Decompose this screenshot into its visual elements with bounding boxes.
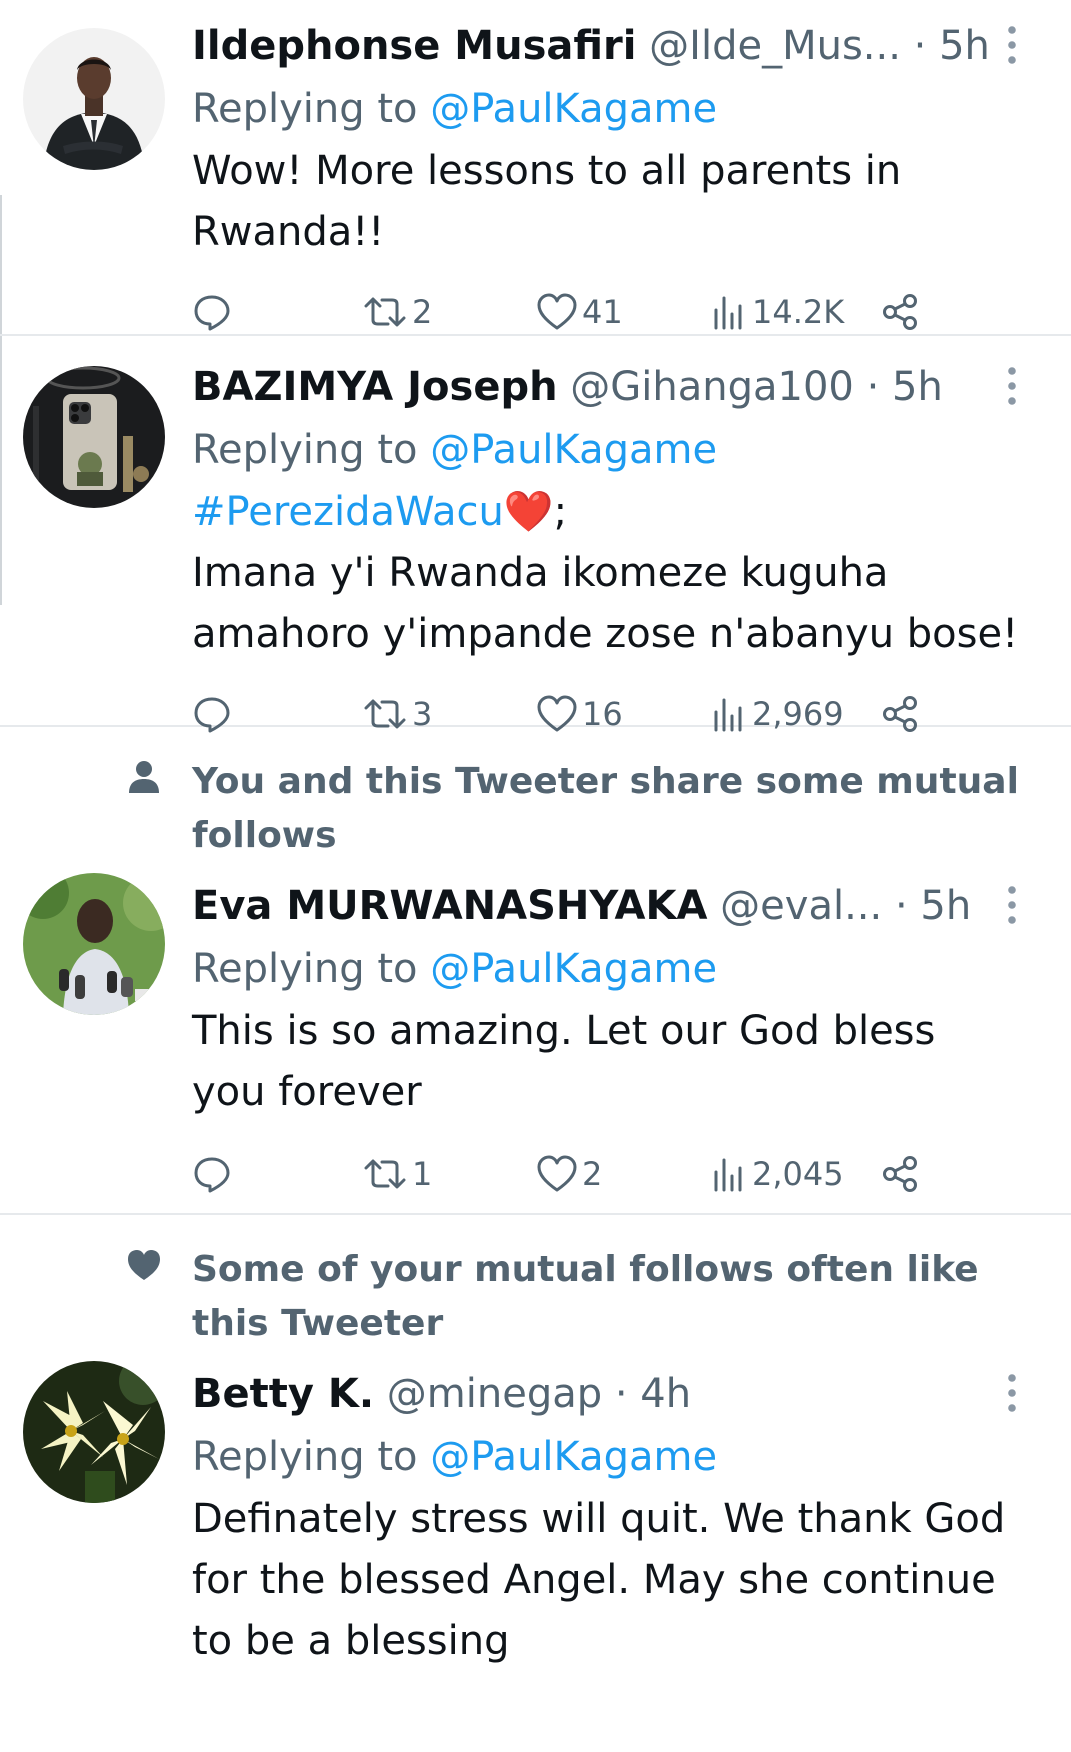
tweet-reply[interactable]: BAZIMYA Joseph @Gihanga100 · 5h Replying… xyxy=(0,336,1071,733)
reply-feed: Ildephonse Musafiri @Ilde_Mus... · 5h Re… xyxy=(0,0,1071,1750)
heart-emoji: ❤️ xyxy=(503,489,554,535)
mention-link[interactable]: @PaulKagame xyxy=(430,86,717,132)
share-button[interactable] xyxy=(880,1149,920,1199)
analytics-icon xyxy=(714,296,742,330)
share-button[interactable] xyxy=(880,287,920,337)
tweet-text-line: Imana y'i Rwanda ikomeze kuguha xyxy=(192,550,889,596)
replying-to: Replying to @PaulKagame xyxy=(192,937,1041,1001)
tweet-text: Definately stress will quit. We thank Go… xyxy=(192,1489,1041,1672)
reply-icon xyxy=(194,1157,230,1193)
share-icon xyxy=(883,1156,917,1192)
social-context-text: Some of your mutual follows often like t… xyxy=(192,1249,979,1344)
timestamp[interactable]: 5h xyxy=(920,883,971,929)
avatar-image xyxy=(23,366,165,508)
separator-dot: · xyxy=(913,23,927,69)
display-name[interactable]: BAZIMYA Joseph xyxy=(192,364,558,410)
separator-dot: · xyxy=(894,883,908,929)
replying-to-label: Replying to xyxy=(192,1434,418,1480)
like-count: 41 xyxy=(582,293,623,331)
retweet-icon xyxy=(364,1159,406,1189)
user-handle[interactable]: @Ilde_Mus... xyxy=(649,23,901,69)
tweet-text-line: Definately stress will quit. We thank Go… xyxy=(192,1496,1006,1542)
views-button[interactable]: 2,045 xyxy=(712,1149,844,1199)
reply-icon xyxy=(194,295,230,331)
tweet-text-line: amahoro y'impande zose n'abanyu bose! xyxy=(192,611,1019,657)
tweet-text: This is so amazing. Let our God bless yo… xyxy=(192,1001,1041,1123)
tweet-header: Ildephonse Musafiri @Ilde_Mus... · 5h xyxy=(192,15,1041,77)
more-options-icon[interactable] xyxy=(1005,1371,1019,1415)
avatar-image xyxy=(23,873,165,1015)
tweet-text-line: to be a blessing xyxy=(192,1618,510,1664)
user-handle[interactable]: @eval... xyxy=(720,883,882,929)
social-context-text: You and this Tweeter share some mutual f… xyxy=(192,761,1019,856)
user-handle[interactable]: @minegap xyxy=(387,1371,602,1417)
tweet-reply[interactable]: Ildephonse Musafiri @Ilde_Mus... · 5h Re… xyxy=(0,0,1071,336)
tweet-header: Eva MURWANASHYAKA @eval... · 5h xyxy=(192,875,1041,937)
view-count: 2,045 xyxy=(752,1155,844,1193)
replying-to-label: Replying to xyxy=(192,427,418,473)
heart-icon xyxy=(128,1250,160,1280)
replying-to-label: Replying to xyxy=(192,946,418,992)
display-name[interactable]: Eva MURWANASHYAKA xyxy=(192,883,707,929)
retweet-button[interactable]: 2 xyxy=(362,287,432,337)
tweet-text-line: for the blessed Angel. May she continue xyxy=(192,1557,996,1603)
like-count: 2 xyxy=(582,1155,603,1193)
replying-to: Replying to @PaulKagame xyxy=(192,1425,1041,1489)
display-name[interactable]: Betty K. xyxy=(192,1371,374,1417)
analytics-icon xyxy=(714,1158,742,1192)
tweet-text-line: This is so amazing. Let our God bless xyxy=(192,1008,936,1054)
mention-link[interactable]: @PaulKagame xyxy=(430,427,717,473)
display-name[interactable]: Ildephonse Musafiri xyxy=(192,23,636,69)
reply-button[interactable] xyxy=(192,287,232,337)
retweet-count: 2 xyxy=(412,293,433,331)
tweet-reply[interactable]: Some of your mutual follows often like t… xyxy=(0,1215,1071,1750)
mention-link[interactable]: @PaulKagame xyxy=(430,1434,717,1480)
separator-dot: · xyxy=(614,1371,628,1417)
retweet-count: 1 xyxy=(412,1155,433,1193)
like-button[interactable]: 2 xyxy=(536,1149,602,1199)
punctuation: ; xyxy=(553,489,568,535)
social-context: You and this Tweeter share some mutual f… xyxy=(0,727,1071,863)
tweet-text-line: Rwanda!! xyxy=(192,209,385,255)
heart-outline-icon xyxy=(537,1155,577,1192)
like-button[interactable]: 41 xyxy=(536,287,623,337)
avatar[interactable] xyxy=(23,28,165,170)
replying-to: Replying to @PaulKagame xyxy=(192,418,1041,482)
timestamp[interactable]: 5h xyxy=(892,364,943,410)
tweet-reply[interactable]: You and this Tweeter share some mutual f… xyxy=(0,727,1071,1215)
avatar-image xyxy=(23,1361,165,1503)
avatar[interactable] xyxy=(23,366,165,508)
share-icon xyxy=(883,294,917,330)
hashtag-link[interactable]: #PerezidaWacu xyxy=(192,489,504,535)
avatar[interactable] xyxy=(23,1361,165,1503)
timestamp[interactable]: 5h xyxy=(939,23,990,69)
user-handle[interactable]: @Gihanga100 xyxy=(570,364,854,410)
tweet-text-line: you forever xyxy=(192,1069,422,1115)
timestamp[interactable]: 4h xyxy=(640,1371,691,1417)
more-options-icon[interactable] xyxy=(1005,23,1019,67)
social-context: Some of your mutual follows often like t… xyxy=(0,1215,1071,1351)
views-button[interactable]: 14.2K xyxy=(712,287,844,337)
mention-link[interactable]: @PaulKagame xyxy=(430,946,717,992)
tweet-text: #PerezidaWacu❤️; Imana y'i Rwanda ikomez… xyxy=(192,482,1041,665)
separator-dot: · xyxy=(866,364,880,410)
reply-button[interactable] xyxy=(192,1149,232,1199)
retweet-button[interactable]: 1 xyxy=(362,1149,432,1199)
retweet-icon xyxy=(364,297,406,327)
replying-to: Replying to @PaulKagame xyxy=(192,77,1041,141)
tweet-text-line: #PerezidaWacu❤️; xyxy=(192,482,1041,543)
tweet-text-line: Wow! More lessons to all parents in xyxy=(192,148,902,194)
avatar[interactable] xyxy=(23,873,165,1015)
replying-to-label: Replying to xyxy=(192,86,418,132)
view-count: 14.2K xyxy=(752,293,845,331)
heart-outline-icon xyxy=(537,293,577,330)
person-icon xyxy=(129,761,159,793)
tweet-header: Betty K. @minegap · 4h xyxy=(192,1363,1041,1425)
tweet-header: BAZIMYA Joseph @Gihanga100 · 5h xyxy=(192,356,1041,418)
tweet-text: Wow! More lessons to all parents in Rwan… xyxy=(192,141,1041,263)
avatar-image xyxy=(23,28,165,170)
more-options-icon[interactable] xyxy=(1005,883,1019,927)
more-options-icon[interactable] xyxy=(1005,364,1019,408)
